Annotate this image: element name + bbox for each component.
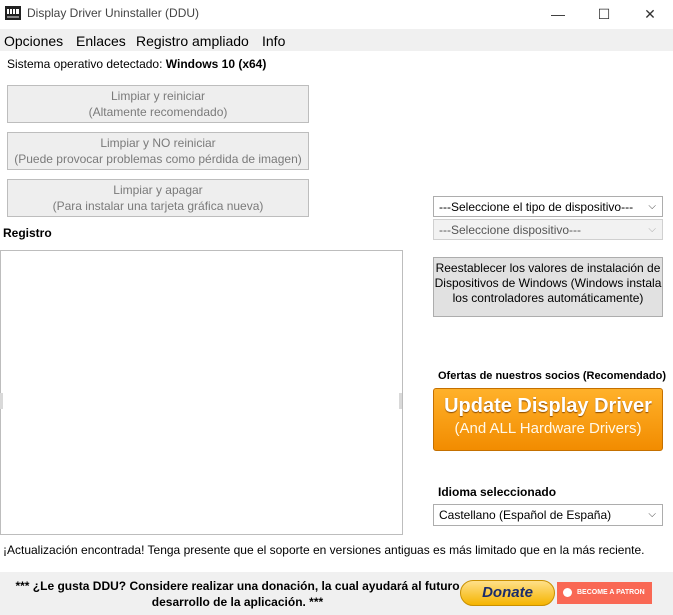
update-button-title: Update Display Driver bbox=[444, 395, 652, 417]
clean-shutdown-label: Limpiar y apagar bbox=[113, 183, 203, 197]
clean-no-restart-sublabel: (Puede provocar problemas como pérdida d… bbox=[14, 152, 302, 166]
log-scroll-handle-right[interactable] bbox=[399, 393, 402, 409]
clean-shutdown-button[interactable]: Limpiar y apagar (Para instalar una tarj… bbox=[7, 179, 309, 217]
clean-shutdown-sublabel: (Para instalar una tarjeta gráfica nueva… bbox=[52, 199, 264, 213]
clean-restart-sublabel: (Altamente recomendado) bbox=[88, 105, 228, 119]
chevron-down-icon: ⌵ bbox=[648, 509, 656, 520]
window-title: Display Driver Uninstaller (DDU) bbox=[27, 6, 200, 20]
language-select[interactable]: Castellano (Español de España) ⌵ bbox=[433, 504, 663, 526]
update-button-subtitle: (And ALL Hardware Drivers) bbox=[454, 420, 642, 437]
device-type-value: ---Seleccione el tipo de dispositivo--- bbox=[439, 200, 634, 214]
update-display-driver-button[interactable]: Update Display Driver (And ALL Hardware … bbox=[433, 388, 663, 451]
language-value: Castellano (Español de España) bbox=[439, 508, 612, 522]
device-select[interactable]: ---Seleccione dispositivo--- ⌵ bbox=[433, 219, 663, 240]
chevron-down-icon: ⌵ bbox=[648, 201, 656, 212]
device-type-select[interactable]: ---Seleccione el tipo de dispositivo--- … bbox=[433, 196, 663, 217]
minimize-button[interactable]: — bbox=[535, 0, 581, 28]
os-detected: Sistema operativo detectado: Windows 10 … bbox=[7, 57, 266, 71]
log-label: Registro bbox=[3, 226, 52, 240]
clean-no-restart-button[interactable]: Limpiar y NO reiniciar (Puede provocar p… bbox=[7, 132, 309, 170]
log-scroll-handle-left[interactable] bbox=[0, 393, 3, 409]
patreon-icon bbox=[563, 588, 572, 597]
donation-message-line2: desarrollo de la aplicación. *** bbox=[151, 595, 324, 609]
chevron-down-icon: ⌵ bbox=[648, 224, 656, 235]
log-box[interactable] bbox=[0, 250, 403, 535]
maximize-button[interactable]: ☐ bbox=[581, 0, 627, 28]
close-button[interactable]: ✕ bbox=[627, 0, 673, 28]
os-label: Sistema operativo detectado: bbox=[7, 57, 166, 71]
donation-message-line1: *** ¿Le gusta DDU? Considere realizar un… bbox=[15, 579, 460, 593]
menu-info[interactable]: Info bbox=[262, 33, 285, 49]
donation-message: *** ¿Le gusta DDU? Considere realizar un… bbox=[10, 578, 465, 610]
ddu-app-icon bbox=[5, 6, 21, 20]
reset-windows-install-label: Reestablecer los valores de instalación … bbox=[434, 261, 662, 305]
clean-restart-label: Limpiar y reiniciar bbox=[110, 89, 206, 103]
clean-restart-button[interactable]: Limpiar y reiniciar (Altamente recomenda… bbox=[7, 85, 309, 123]
menu-opciones[interactable]: Opciones bbox=[4, 33, 63, 49]
menu-enlaces[interactable]: Enlaces bbox=[76, 33, 126, 49]
partner-offers-label: Ofertas de nuestros socios (Recomendado) bbox=[438, 370, 666, 382]
device-value: ---Seleccione dispositivo--- bbox=[439, 223, 582, 237]
become-patron-button[interactable]: BECOME A PATRON bbox=[557, 582, 652, 604]
donate-button[interactable]: Donate bbox=[460, 580, 555, 606]
update-message: ¡Actualización encontrada! Tenga present… bbox=[3, 543, 645, 557]
menu-registro-ampliado[interactable]: Registro ampliado bbox=[136, 33, 249, 49]
language-label: Idioma seleccionado bbox=[438, 485, 557, 499]
reset-windows-install-button[interactable]: Reestablecer los valores de instalación … bbox=[433, 257, 663, 317]
clean-no-restart-label: Limpiar y NO reiniciar bbox=[100, 136, 216, 150]
os-value: Windows 10 (x64) bbox=[165, 57, 267, 71]
become-patron-label: BECOME A PATRON bbox=[577, 589, 645, 596]
